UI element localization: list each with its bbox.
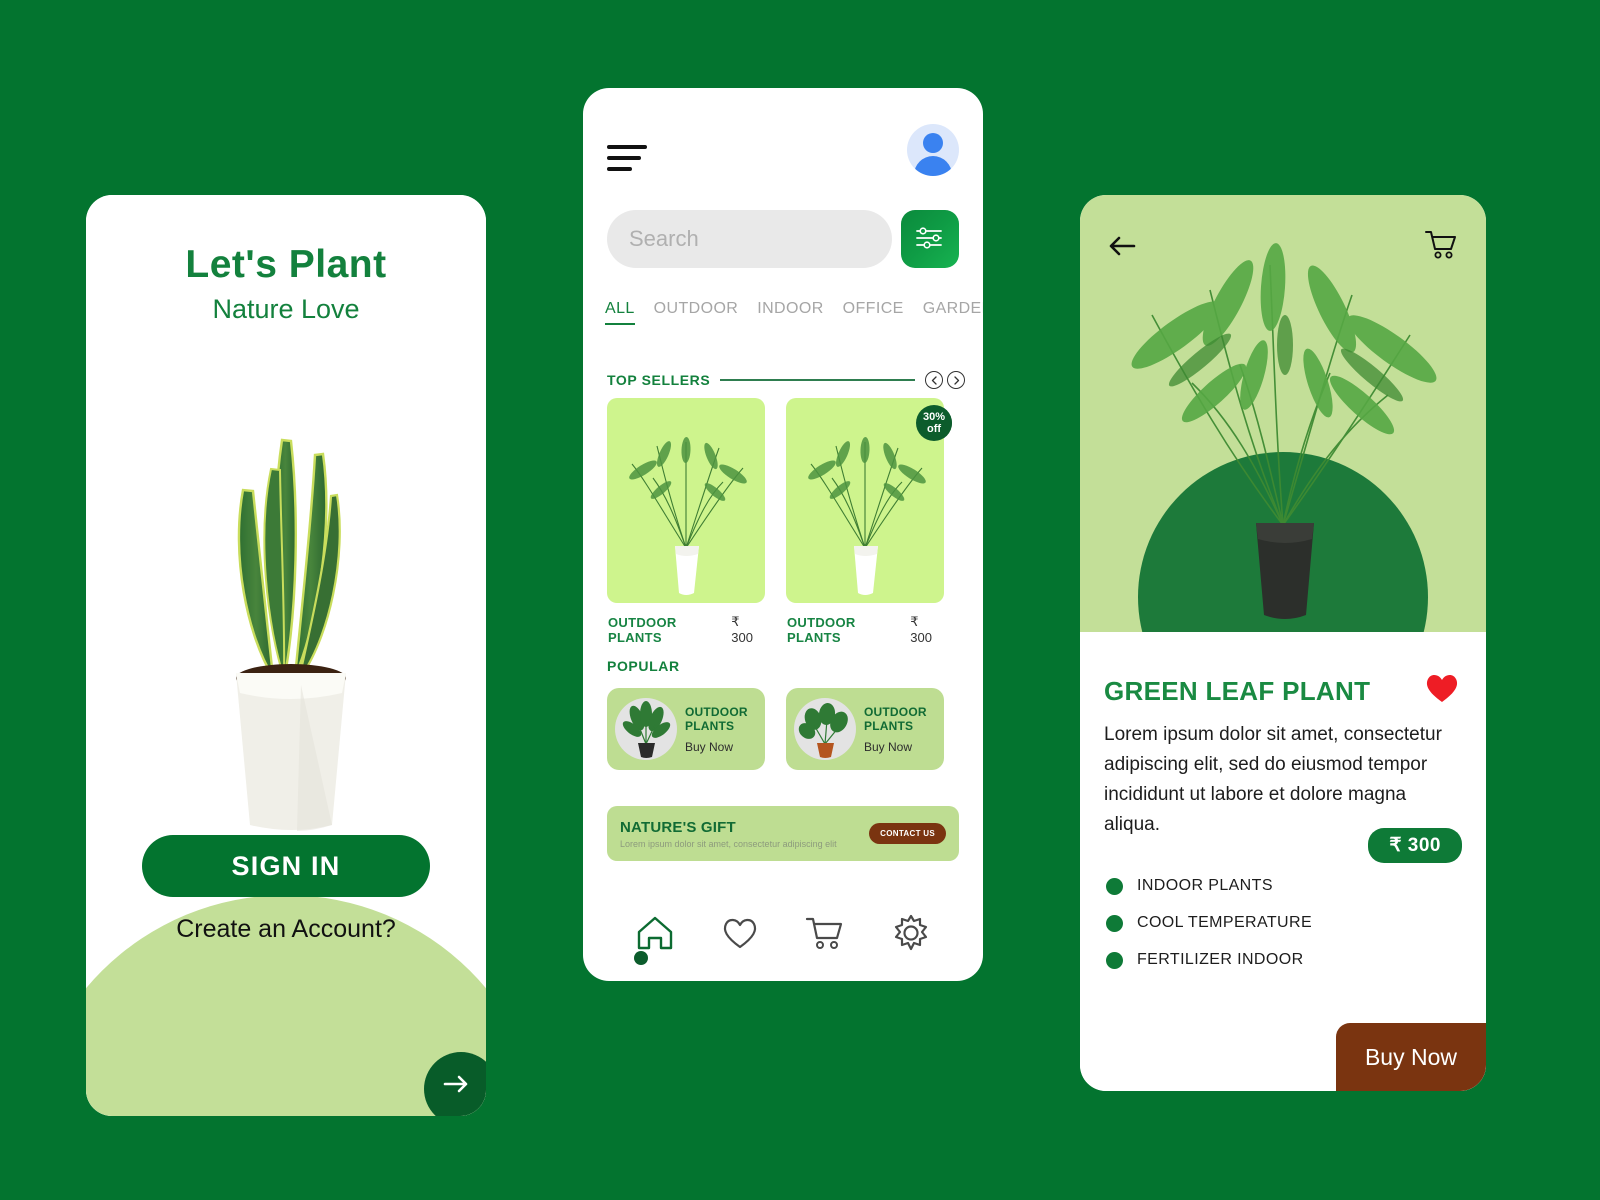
- popular-name: OUTDOOR PLANTS: [685, 704, 748, 733]
- nav-cart[interactable]: [804, 914, 846, 957]
- gear-icon: [891, 913, 931, 958]
- product-hero-image: [1080, 195, 1486, 632]
- popular-card[interactable]: OUTDOOR PLANTS Buy Now: [786, 688, 944, 770]
- discount-percent: 30%: [922, 411, 946, 423]
- popular-card[interactable]: OUTDOOR PLANTS Buy Now: [607, 688, 765, 770]
- feature-item: INDOOR PLANTS: [1106, 877, 1312, 895]
- divider: [720, 379, 915, 381]
- top-sellers-list: 30% off OUTDOOR PLANTS ₹ 300: [607, 398, 959, 645]
- arrow-left-icon: [1108, 236, 1136, 261]
- top-sellers-header: TOP SELLERS: [607, 371, 965, 389]
- popular-name: OUTDOOR PLANTS: [864, 704, 927, 733]
- discount-badge: 30% off: [916, 405, 952, 441]
- discount-off-label: off: [926, 423, 942, 435]
- user-avatar-icon[interactable]: [907, 124, 959, 176]
- feature-label: INDOOR PLANTS: [1137, 877, 1273, 894]
- search-input[interactable]: [607, 226, 917, 252]
- product-features: INDOOR PLANTS COOL TEMPERATURE FERTILIZE…: [1106, 877, 1312, 988]
- create-account-link[interactable]: Create an Account?: [86, 915, 486, 944]
- cart-icon: [804, 914, 846, 957]
- cart-icon: [1424, 231, 1458, 265]
- popular-buy-now[interactable]: Buy Now: [685, 740, 757, 754]
- tab-outdoor[interactable]: OUTDOOR: [654, 300, 739, 325]
- feature-label: FERTILIZER INDOOR: [1137, 951, 1304, 968]
- home-screen: ALL OUTDOOR INDOOR OFFICE GARDEN OTHERS …: [583, 88, 983, 981]
- nature-gift-banner: NATURE'S GIFT Lorem ipsum dolor sit amet…: [607, 806, 959, 861]
- search-row: [607, 210, 959, 268]
- popular-thumbnail: [794, 698, 856, 760]
- onboarding-screen: Let's Plant Nature Love SIGN IN Create a…: [86, 195, 486, 1116]
- popular-list: OUTDOOR PLANTS Buy Now OUTDOOR PLANTS Bu…: [607, 688, 959, 770]
- product-meta: OUTDOOR PLANTS ₹ 300: [786, 614, 944, 645]
- nav-settings[interactable]: [891, 913, 931, 958]
- top-sellers-title: TOP SELLERS: [607, 372, 711, 388]
- home-header: [583, 124, 983, 196]
- gift-title: NATURE'S GIFT: [620, 818, 736, 836]
- product-card[interactable]: 30% off OUTDOOR PLANTS ₹ 300: [786, 398, 952, 645]
- contact-us-button[interactable]: CONTACT US: [869, 823, 946, 844]
- product-price-badge: ₹ 300: [1368, 828, 1462, 863]
- chevron-left-icon[interactable]: [925, 371, 943, 389]
- product-name: OUTDOOR PLANTS: [787, 614, 856, 645]
- sign-in-button[interactable]: SIGN IN: [142, 835, 430, 897]
- popular-buy-now[interactable]: Buy Now: [864, 740, 936, 754]
- hamburger-menu-icon[interactable]: [607, 145, 647, 178]
- nav-favorites[interactable]: [720, 915, 760, 956]
- chevron-right-icon[interactable]: [947, 371, 965, 389]
- product-detail-body: GREEN LEAF PLANT Lorem ipsum dolor sit a…: [1080, 632, 1486, 1091]
- feature-item: COOL TEMPERATURE: [1106, 914, 1312, 932]
- popular-thumbnail: [615, 698, 677, 760]
- buy-now-button[interactable]: Buy Now: [1336, 1023, 1486, 1091]
- active-nav-indicator: [634, 951, 648, 965]
- product-price: ₹ 300: [731, 614, 753, 645]
- heart-icon: [720, 915, 760, 956]
- feature-label: COOL TEMPERATURE: [1137, 914, 1313, 931]
- product-detail-screen: GREEN LEAF PLANT Lorem ipsum dolor sit a…: [1080, 195, 1486, 1091]
- arrow-right-icon: [443, 1075, 471, 1099]
- filter-button[interactable]: [901, 210, 959, 268]
- search-box[interactable]: [607, 210, 945, 268]
- bullet-icon: [1106, 951, 1123, 969]
- heart-filled-icon: [1424, 674, 1460, 708]
- product-description: Lorem ipsum dolor sit amet, consectetur …: [1104, 724, 1442, 835]
- tab-office[interactable]: OFFICE: [843, 300, 904, 325]
- product-card[interactable]: 30% off OUTDOOR PLANTS ₹ 300: [607, 398, 952, 645]
- category-tabs: ALL OUTDOOR INDOOR OFFICE GARDEN OTHERS: [605, 300, 983, 325]
- bottom-navigation: [583, 889, 983, 981]
- tab-indoor[interactable]: INDOOR: [757, 300, 823, 325]
- product-name: OUTDOOR PLANTS: [608, 614, 677, 645]
- tab-garden[interactable]: GARDEN: [923, 300, 983, 325]
- popular-text: OUTDOOR PLANTS Buy Now: [864, 705, 936, 754]
- tab-all[interactable]: ALL: [605, 300, 635, 325]
- popular-text: OUTDOOR PLANTS Buy Now: [685, 705, 757, 754]
- bullet-icon: [1106, 877, 1123, 895]
- feature-item: FERTILIZER INDOOR: [1106, 951, 1312, 969]
- snake-plant-illustration: [211, 425, 371, 855]
- product-meta: OUTDOOR PLANTS ₹ 300: [607, 614, 765, 645]
- product-price: ₹ 300: [910, 614, 932, 645]
- product-title: GREEN LEAF PLANT: [1104, 676, 1371, 706]
- popular-title: POPULAR: [607, 658, 680, 674]
- gift-text: NATURE'S GIFT Lorem ipsum dolor sit amet…: [620, 819, 869, 849]
- back-button[interactable]: [1108, 235, 1136, 262]
- bullet-icon: [1106, 914, 1123, 932]
- favorite-button[interactable]: [1424, 672, 1460, 709]
- app-subtitle: Nature Love: [212, 294, 360, 324]
- popular-header: POPULAR: [607, 658, 965, 674]
- carousel-arrows: [925, 371, 965, 389]
- gift-description: Lorem ipsum dolor sit amet, consectetur …: [620, 838, 837, 849]
- cart-button[interactable]: [1424, 229, 1458, 266]
- product-image: [607, 398, 765, 603]
- sliders-filter-icon: [914, 224, 946, 255]
- app-title: Let's Plant: [185, 243, 387, 286]
